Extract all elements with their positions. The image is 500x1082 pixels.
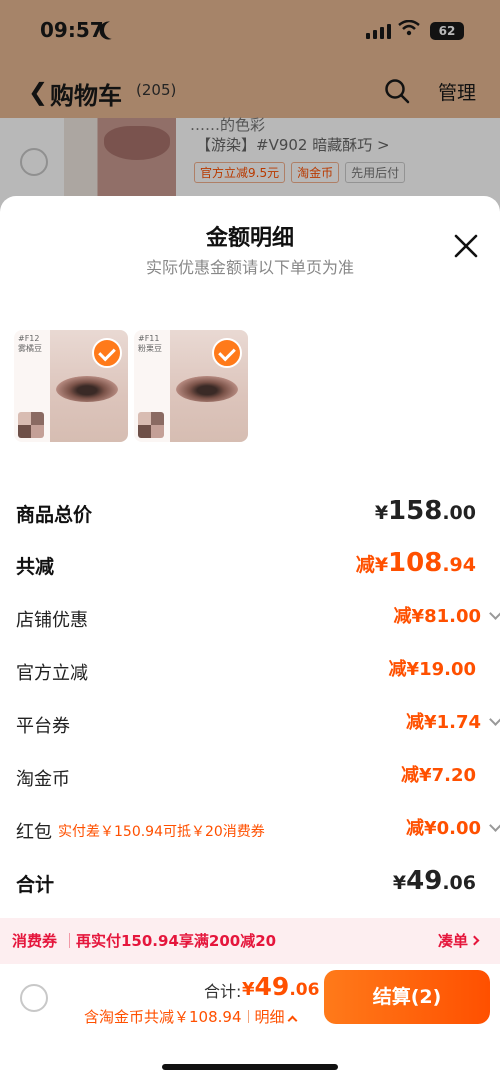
line-label: 官方立减 <box>16 663 88 684</box>
red-packet-note: 实付差￥150.94可抵￥20消费券 <box>58 824 265 840</box>
chevron-up-icon <box>287 1015 297 1026</box>
line-label: 合计 <box>16 874 55 896</box>
detail-toggle: 明细 <box>254 1008 285 1026</box>
checkout-button[interactable]: 结算(2) <box>324 970 490 1024</box>
line-goods-total: 商品总价 ¥158.00 <box>16 492 500 532</box>
line-platform-coupon[interactable]: 平台券 减¥1.74 <box>16 704 500 744</box>
sheet-title: 金额明细 <box>205 226 294 251</box>
platform-coupon-amount: 减¥1.74 <box>406 708 500 734</box>
total-discount-amount: 减¥108.94 <box>355 548 476 578</box>
line-label: 店铺优惠 <box>16 610 88 631</box>
home-indicator <box>162 1064 338 1070</box>
divider <box>69 933 70 948</box>
line-shop-discount[interactable]: 店铺优惠 减¥81.00 <box>16 598 500 638</box>
product-label: #F12 雾橘豆 <box>18 334 42 353</box>
product-thumbnail-1[interactable]: #F12 雾橘豆 <box>14 330 128 442</box>
line-label: 共减 <box>16 556 55 578</box>
line-red-packet[interactable]: 红包 实付差￥150.94可抵￥20消费券 减¥0.00 <box>16 810 500 850</box>
select-all-radio[interactable] <box>20 984 48 1012</box>
chevron-down-icon <box>489 819 500 832</box>
line-total-discount: 共减 减¥108.94 <box>16 544 500 584</box>
chevron-down-icon <box>489 607 500 620</box>
palette-image <box>138 412 164 438</box>
line-taojinbi: 淘金币 减¥7.20 <box>16 757 500 797</box>
close-icon[interactable] <box>450 230 482 262</box>
amount-detail-sheet: 金额明细 实际优惠金额请以下单页为准 #F12 雾橘豆 #F11 粉栗豆 商品总… <box>0 196 500 1082</box>
eye-makeup-image <box>56 376 118 402</box>
grand-total-amount: ¥49.06 <box>392 866 476 896</box>
official-discount-amount: 减¥19.00 <box>388 659 476 680</box>
total-label: 合计: <box>204 982 242 1001</box>
shop-discount-amount: 减¥81.00 <box>394 602 500 628</box>
coupon-text: 再实付150.94享满200减20 <box>76 932 277 950</box>
checked-icon[interactable] <box>92 338 122 368</box>
eye-makeup-image <box>176 376 238 402</box>
sheet-subtitle: 实际优惠金额请以下单页为准 <box>145 258 354 277</box>
chevron-down-icon <box>489 713 500 726</box>
checked-icon[interactable] <box>212 338 242 368</box>
total-amount: ¥49.06 <box>242 972 320 1001</box>
checkout-bar: 合计: ¥49.06 含淘金币共减￥108.94 明细 结算(2) <box>0 964 500 1082</box>
red-packet-amount: 减¥0.00 <box>406 814 500 840</box>
goods-total-amount: ¥158.00 <box>374 496 476 526</box>
chevron-right-icon <box>469 935 480 946</box>
line-grand-total: 合计 ¥49.06 <box>16 862 500 902</box>
product-thumbnail-2[interactable]: #F11 粉栗豆 <box>134 330 248 442</box>
add-items-button[interactable]: 凑单 <box>438 930 480 951</box>
palette-image <box>18 412 44 438</box>
product-label: #F11 粉栗豆 <box>138 334 162 353</box>
line-label: 淘金币 <box>16 769 70 790</box>
coupon-label: 消费券 <box>12 932 58 950</box>
line-label: 商品总价 <box>16 504 93 526</box>
line-label: 红包 <box>16 822 52 843</box>
coupon-bar[interactable]: 消费券 再实付150.94享满200减20 凑单 <box>0 918 500 964</box>
line-official-discount: 官方立减 减¥19.00 <box>16 651 500 691</box>
line-label: 平台券 <box>16 716 70 737</box>
savings-summary[interactable]: 含淘金币共减￥108.94 明细 <box>84 1006 297 1027</box>
taojinbi-amount: 减¥7.20 <box>401 765 476 786</box>
